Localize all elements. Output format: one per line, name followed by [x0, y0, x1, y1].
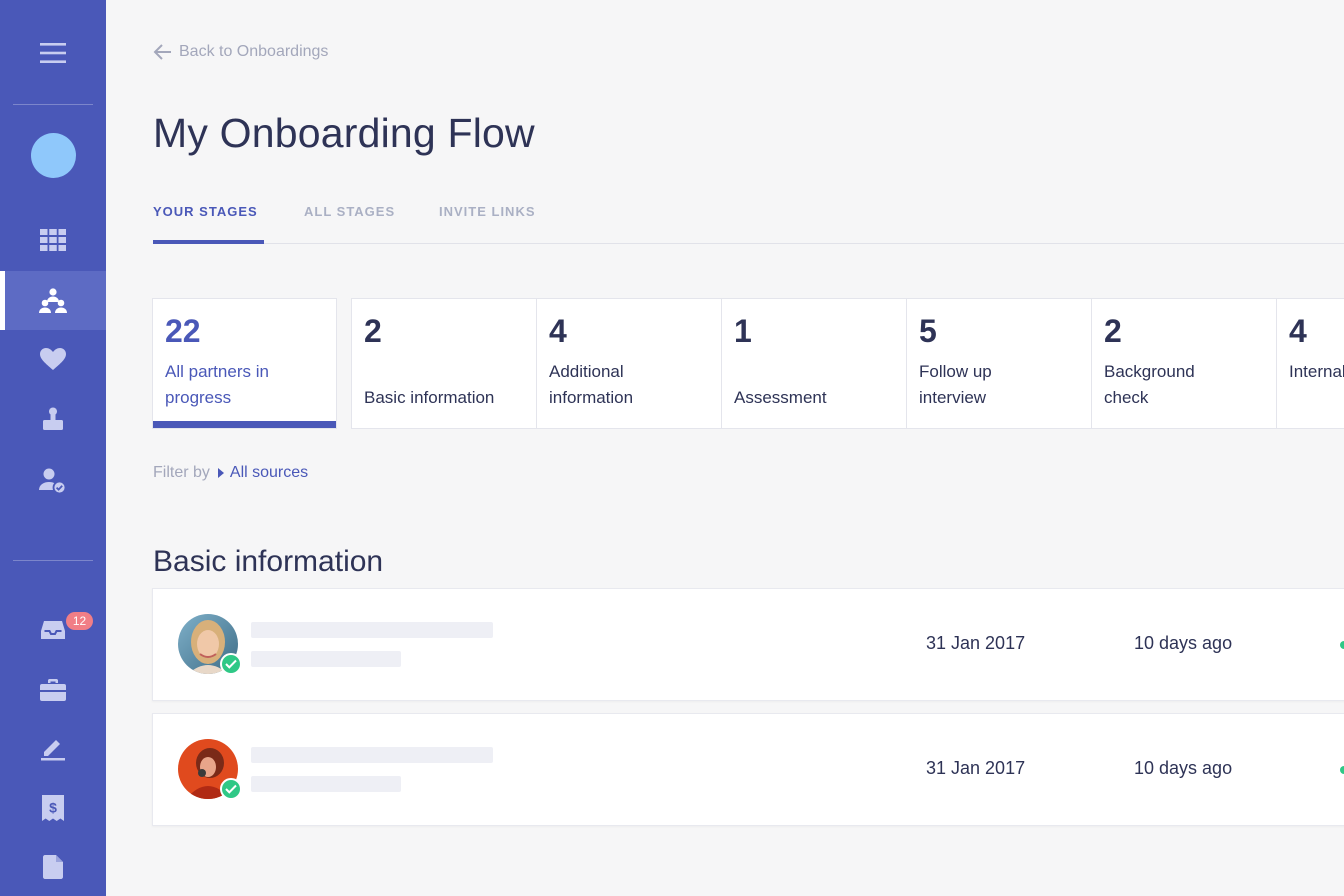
briefcase-icon[interactable]: [0, 668, 106, 712]
receipt-icon[interactable]: $: [0, 786, 106, 830]
stage-label: Follow up interview: [919, 362, 992, 407]
filter-source-dropdown[interactable]: All sources: [230, 464, 308, 482]
stage-count: 4: [1289, 313, 1307, 349]
stage-card-all-partners[interactable]: 22 All partners in progress: [152, 298, 337, 429]
stage-label: Internal stage: [1289, 362, 1344, 381]
back-link-label: Back to Onboardings: [179, 43, 329, 60]
user-check-icon[interactable]: [0, 459, 106, 503]
partner-row[interactable]: 31 Jan 2017 10 days ago: [152, 588, 1344, 701]
document-icon[interactable]: [0, 845, 106, 889]
verified-check-icon: [220, 653, 242, 675]
inbox-badge: 12: [66, 612, 93, 630]
tab-invite-links[interactable]: INVITE LINKS: [439, 204, 536, 219]
row-relative-time: 10 days ago: [1134, 758, 1233, 778]
stage-count: 4: [549, 313, 567, 349]
tab-your-stages[interactable]: YOUR STAGES: [153, 204, 258, 219]
stage-count: 2: [1104, 313, 1122, 349]
name-placeholder: [251, 747, 493, 763]
stage-card-additional-information[interactable]: 4 Additional information: [536, 298, 722, 429]
row-date: 31 Jan 2017: [926, 633, 1026, 653]
detail-placeholder: [251, 776, 401, 792]
stage-label: Assessment: [734, 388, 827, 407]
page-title: My Onboarding Flow: [153, 110, 535, 156]
status-dot: [1340, 766, 1344, 774]
tab-all-stages[interactable]: ALL STAGES: [304, 204, 395, 219]
name-placeholder: [251, 622, 493, 638]
onboarding-icon[interactable]: [0, 397, 106, 441]
heart-icon[interactable]: [0, 337, 106, 381]
status-dot: [1340, 641, 1344, 649]
active-tab-indicator: [153, 240, 264, 244]
active-stage-indicator: [153, 421, 336, 428]
stage-card-assessment[interactable]: 1 Assessment: [721, 298, 907, 429]
filter-prefix: Filter by: [153, 464, 210, 481]
stage-label: Background check: [1104, 362, 1195, 407]
partner-row[interactable]: 31 Jan 2017 10 days ago: [152, 713, 1344, 826]
stage-card-background-check[interactable]: 2 Background check: [1091, 298, 1277, 429]
back-link[interactable]: Back to Onboardings: [152, 42, 328, 62]
partners-icon[interactable]: [0, 279, 106, 323]
stage-card-basic-information[interactable]: 2 Basic information: [351, 298, 537, 429]
section-title: Basic information: [153, 545, 384, 578]
stage-count: 5: [919, 313, 937, 349]
arrow-left-icon: [153, 44, 171, 60]
dashboard-icon[interactable]: [0, 218, 106, 262]
tab-bar: YOUR STAGES ALL STAGES INVITE LINKS: [153, 196, 1344, 244]
caret-right-icon: [217, 468, 224, 478]
menu-icon[interactable]: [0, 31, 106, 75]
stage-label: Additional information: [549, 362, 634, 407]
sidebar-divider: [13, 560, 93, 561]
detail-placeholder: [251, 651, 401, 667]
verified-check-icon: [220, 778, 242, 800]
stage-card-follow-up-interview[interactable]: 5 Follow up interview: [906, 298, 1092, 429]
svg-text:$: $: [49, 800, 57, 816]
stage-count: 1: [734, 313, 752, 349]
stage-count: 2: [364, 313, 382, 349]
stage-label: Basic information: [364, 388, 495, 407]
stage-card-internal-stage[interactable]: 4 Internal stage: [1276, 298, 1344, 429]
stage-label: All partners in progress: [165, 362, 269, 407]
filter-bar: Filter by All sources: [153, 464, 308, 482]
edit-icon[interactable]: [0, 727, 106, 771]
sidebar-divider: [13, 104, 93, 105]
row-relative-time: 10 days ago: [1134, 633, 1233, 653]
stage-count: 22: [165, 313, 201, 349]
row-date: 31 Jan 2017: [926, 758, 1026, 778]
sidebar: 12 $: [0, 0, 106, 896]
user-avatar[interactable]: [31, 133, 76, 178]
